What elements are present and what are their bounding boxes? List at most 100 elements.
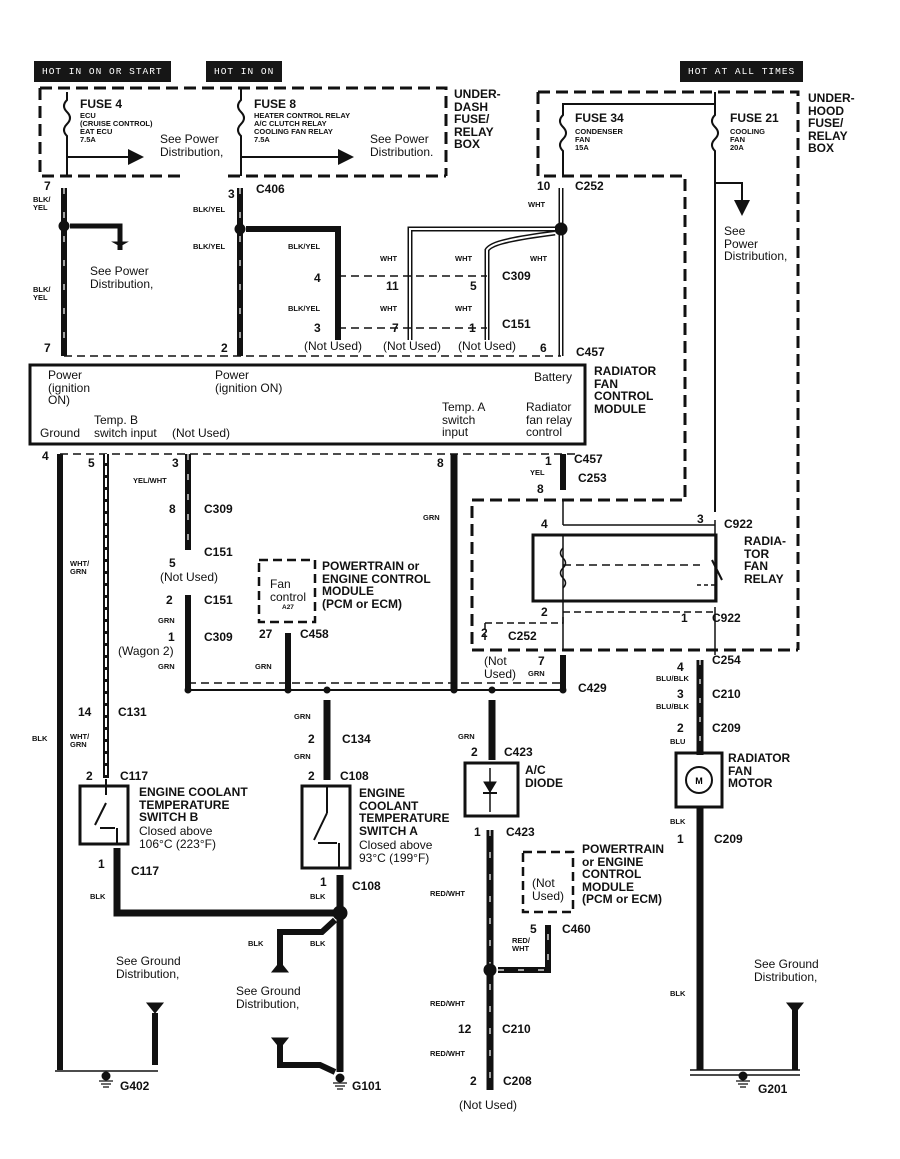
wire-color-label: BLK bbox=[670, 989, 686, 998]
wire-color-label: WHT bbox=[380, 254, 398, 263]
pin-label: 4 bbox=[541, 517, 548, 531]
see-ground-link-right[interactable]: See Ground Distribution, bbox=[754, 958, 819, 983]
connector-c922: C922 bbox=[712, 611, 741, 625]
fuse21-power-arrow bbox=[715, 182, 750, 216]
connector-c922: C922 bbox=[724, 517, 753, 531]
pin-label: 7 bbox=[44, 179, 51, 193]
pin-label: 2 bbox=[86, 769, 93, 783]
see-power-link-left[interactable]: See Power Distribution, bbox=[90, 265, 153, 290]
connector-c406: C406 bbox=[256, 182, 285, 196]
underdash-box-label: UNDER- DASH FUSE/ RELAY BOX bbox=[454, 87, 501, 152]
wagon2-note: (Wagon 2) bbox=[118, 644, 174, 658]
wire-color-label: WHT bbox=[455, 304, 473, 313]
connector-c253: C253 bbox=[578, 471, 607, 485]
radiator-fan-relay-label: RADIA- TOR FAN RELAY bbox=[744, 534, 786, 586]
connector-c254: C254 bbox=[712, 653, 741, 667]
hot-at-all-times-label: HOT AT ALL TIMES bbox=[680, 61, 804, 82]
pin-label: 2 bbox=[470, 1074, 477, 1088]
connector-c108: C108 bbox=[352, 879, 381, 893]
pcm-pin-a27: A27 bbox=[282, 604, 294, 611]
not-used-note: (Not Used) bbox=[160, 570, 219, 584]
pin-label: 2 bbox=[221, 341, 228, 355]
wire-color-label: GRN bbox=[294, 712, 311, 721]
wire-color-label: GRN bbox=[255, 662, 272, 671]
fuse8-see-power-link[interactable]: See Power Distribution. bbox=[370, 133, 433, 158]
fuse8-desc: HEATER CONTROL RELAY A/C CLUTCH RELAY CO… bbox=[254, 111, 351, 144]
fuse21-see-power-link[interactable]: See Power Distribution, bbox=[724, 225, 787, 263]
connector-c151: C151 bbox=[204, 593, 233, 607]
radiator-fan-relay-box bbox=[531, 533, 718, 603]
pin-label: 10 bbox=[537, 179, 551, 193]
hot-in-on-label: HOT IN ON bbox=[206, 61, 283, 82]
connector-c423: C423 bbox=[504, 745, 533, 759]
pcm-module-label-2: POWERTRAIN or ENGINE CONTROL MODULE (PCM… bbox=[582, 842, 664, 907]
connector-c210: C210 bbox=[502, 1022, 531, 1036]
fuse4-see-power-link[interactable]: See Power Distribution, bbox=[160, 133, 223, 158]
pin-label: 8 bbox=[537, 482, 544, 496]
wire-color-label: BLK/YEL bbox=[288, 304, 321, 313]
wire-color-label: BLK/YEL bbox=[288, 242, 321, 251]
connector-c252: C252 bbox=[575, 179, 604, 193]
connector-c108: C108 bbox=[340, 769, 369, 783]
wire-color-label: RED/WHT bbox=[430, 889, 465, 898]
connector-c209: C209 bbox=[712, 721, 741, 735]
connector-c457: C457 bbox=[574, 452, 603, 466]
pin-label: 5 bbox=[169, 556, 176, 570]
module-pin-battery: Battery bbox=[534, 370, 573, 384]
connector-c423: C423 bbox=[506, 825, 535, 839]
pin-label: 2 bbox=[541, 605, 548, 619]
connector-c210: C210 bbox=[712, 687, 741, 701]
wire-color-label: BLK/ YEL bbox=[33, 285, 51, 302]
module-pin-tempb: Temp. B switch input bbox=[94, 413, 157, 440]
connector-c151: C151 bbox=[502, 317, 531, 331]
connector-c208: C208 bbox=[503, 1074, 532, 1088]
not-used-note: (Not Used) bbox=[383, 339, 442, 353]
fuse34-title: FUSE 34 bbox=[575, 111, 624, 125]
ac-diode-label: A/C DIODE bbox=[525, 763, 564, 790]
wire-color-label: BLK bbox=[248, 939, 264, 948]
connector-c457: C457 bbox=[576, 345, 605, 359]
ground-g402-label: G402 bbox=[120, 1079, 150, 1093]
not-used-note: (Not Used) bbox=[484, 654, 517, 681]
wire-color-label: BLK bbox=[310, 892, 326, 901]
not-used-note: (Not Used) bbox=[304, 339, 363, 353]
wire-color-label: GRN bbox=[423, 513, 440, 522]
pin-label: 14 bbox=[78, 705, 92, 719]
pin-label: 8 bbox=[437, 456, 444, 470]
wire-color-label: BLU/BLK bbox=[656, 674, 689, 683]
wire-color-label: RED/ WHT bbox=[512, 936, 530, 953]
wire-color-label: BLK bbox=[310, 939, 326, 948]
switch-a-label: ENGINE COOLANT TEMPERATURE SWITCH A bbox=[359, 786, 450, 838]
pcm-not-used-label: (Not Used) bbox=[532, 876, 565, 903]
wire-color-label: YEL/WHT bbox=[133, 476, 167, 485]
pin-label: 7 bbox=[392, 321, 399, 335]
connector-c209: C209 bbox=[714, 832, 743, 846]
pin-label: 2 bbox=[166, 593, 173, 607]
connector-c252: C252 bbox=[508, 629, 537, 643]
pin-label: 5 bbox=[88, 456, 95, 470]
pin-label: 1 bbox=[474, 825, 481, 839]
wire-color-label: GRN bbox=[294, 752, 311, 761]
ground-g402-icon bbox=[99, 1071, 113, 1088]
fuse21-desc: COOLING FAN 20A bbox=[730, 127, 765, 152]
wire-color-label: BLU bbox=[670, 737, 686, 746]
underhood-box-label: UNDER- HOOD FUSE/ RELAY BOX bbox=[808, 91, 855, 156]
connector-c117: C117 bbox=[131, 864, 160, 878]
connector-c309: C309 bbox=[502, 269, 531, 283]
see-ground-link-middle[interactable]: See Ground Distribution, bbox=[236, 985, 301, 1010]
connector-c131: C131 bbox=[118, 705, 147, 719]
see-ground-link-left[interactable]: See Ground Distribution, bbox=[116, 955, 181, 980]
connector-c429: C429 bbox=[578, 681, 607, 695]
module-pin-tempa: Temp. A switch input bbox=[442, 400, 486, 440]
pin-label: 2 bbox=[481, 626, 488, 640]
switch-b-box bbox=[78, 784, 130, 846]
fuse4-desc: ECU (CRUISE CONTROL) EAT ECU 7.5A bbox=[80, 111, 153, 144]
pin-label: 1 bbox=[677, 832, 684, 846]
radiator-fan-motor-label: RADIATOR FAN MOTOR bbox=[728, 751, 791, 791]
module-pin-power-ign: Power (ignition ON) bbox=[48, 368, 91, 408]
pin-label: 1 bbox=[469, 321, 476, 335]
pin-label: 3 bbox=[677, 687, 684, 701]
motor-symbol-icon: M bbox=[695, 776, 703, 786]
wire-color-label: BLK/YEL bbox=[193, 205, 226, 214]
wire-color-label: GRN bbox=[158, 662, 175, 671]
